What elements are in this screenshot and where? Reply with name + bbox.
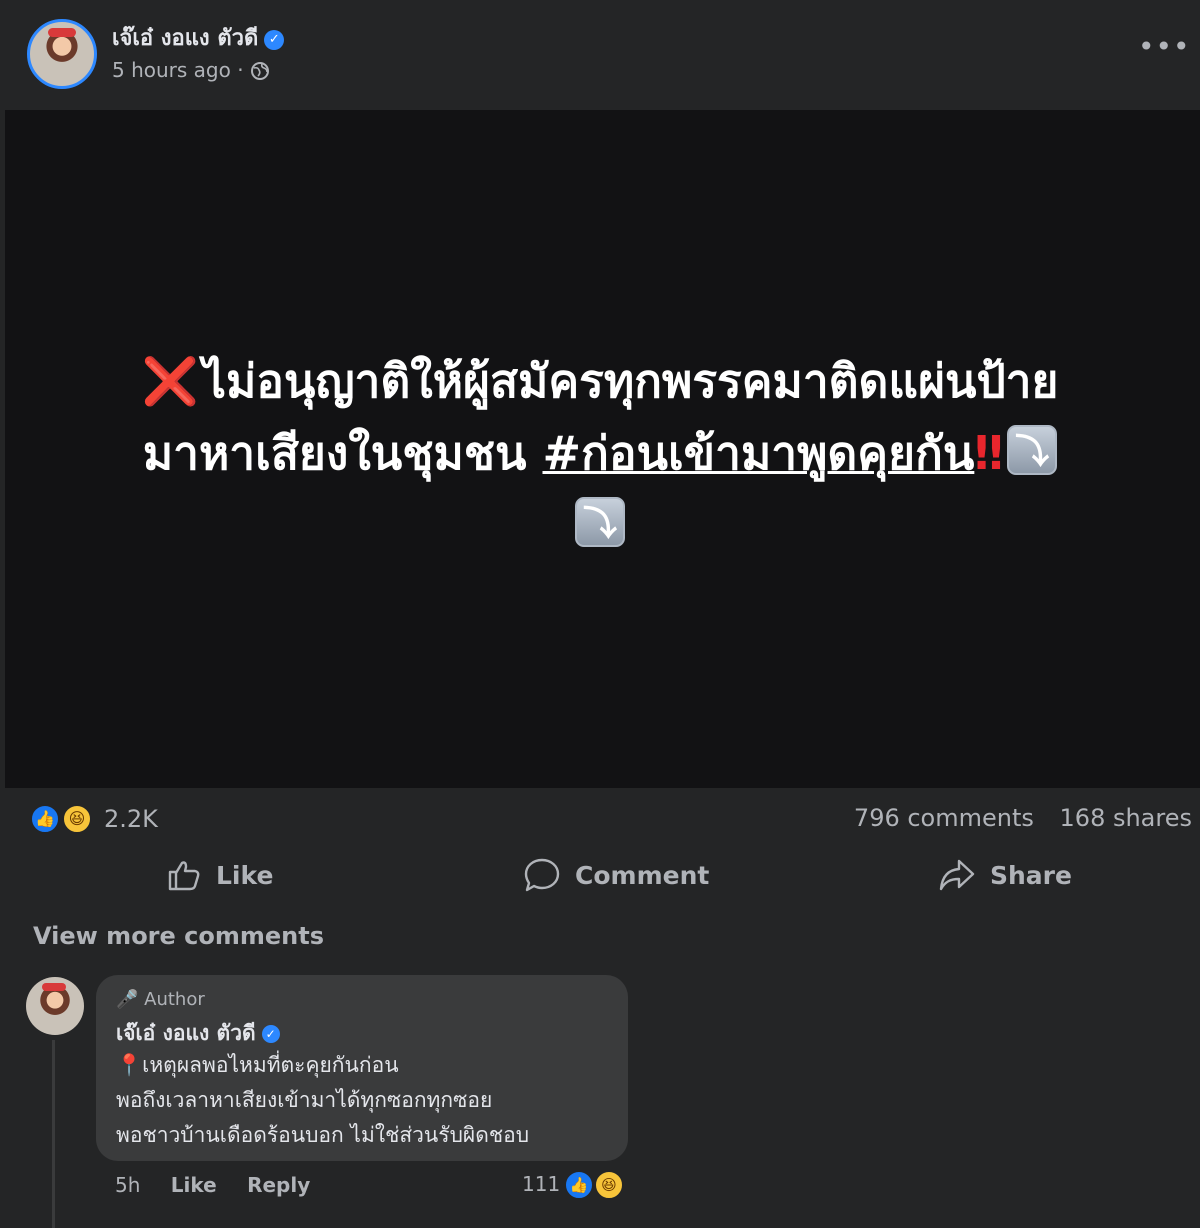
haha-reaction-icon: 😆	[594, 1170, 624, 1200]
reaction-count[interactable]: 2.2K	[104, 805, 158, 833]
comment-button-label: Comment	[575, 860, 710, 890]
comment-like-button[interactable]: Like	[171, 1173, 217, 1197]
share-count[interactable]: 168 shares	[1060, 804, 1192, 832]
commenter-avatar[interactable]	[26, 977, 84, 1035]
double-exclamation-icon: ‼	[974, 426, 1003, 480]
comment-reaction-count: 111	[522, 1172, 561, 1196]
microphone-icon: 🎤	[116, 989, 139, 1010]
comment-bubble: 🎤 Author เจ๊เอ๋ งอแง ตัวดี ✓ 📍เหตุผลพอไหม…	[96, 975, 628, 1161]
media-text: ❌ไม่อนุญาติให้ผู้สมัครทุกพรรคมาติดแผ่นป้…	[0, 345, 1200, 561]
haha-reaction-icon: 😆	[62, 804, 92, 834]
meta-separator: ·	[237, 58, 244, 82]
pushpin-icon: 📍	[116, 1053, 143, 1077]
post-timestamp[interactable]: 5 hours ago	[112, 58, 231, 82]
action-bar: Like Comment Share	[0, 850, 1200, 900]
author-badge: 🎤 Author	[116, 989, 205, 1010]
comment-button[interactable]: Comment	[523, 850, 709, 900]
share-arrow-icon	[939, 859, 975, 891]
comment-text-line-1-text: เหตุผลพอไหมที่ตะคุยกันก่อน	[142, 1053, 399, 1077]
comment-reactions[interactable]: 111 👍 😆	[522, 1170, 632, 1202]
share-button[interactable]: Share	[938, 850, 1072, 900]
like-button-label: Like	[216, 860, 274, 890]
comment-text-line-1: 📍เหตุผลพอไหมที่ตะคุยกันก่อน	[116, 1049, 399, 1082]
verified-badge-icon: ✓	[261, 1025, 280, 1043]
comment-author-name-text[interactable]: เจ๊เอ๋ งอแง ตัวดี	[116, 1021, 256, 1045]
media-line-2: มาหาเสียงในชุมชน #ก่อนเข้ามาพูดคุยกัน‼ ⤵	[0, 417, 1200, 489]
post-stats: 796 comments 168 shares	[836, 804, 1192, 832]
author-badge-label: Author	[144, 989, 205, 1010]
arrow-down-right-icon: ⤵	[575, 497, 625, 547]
comment-author-name[interactable]: เจ๊เอ๋ งอแง ตัวดี ✓	[116, 1017, 280, 1050]
media-line-2-text: มาหาเสียงในชุมชน	[142, 426, 527, 480]
thumbs-up-icon	[168, 861, 200, 891]
media-line-1-text: ไม่อนุญาติให้ผู้สมัครทุกพรรคมาติดแผ่นป้า…	[202, 354, 1059, 408]
media-hashtag[interactable]: #ก่อนเข้ามาพูดคุยกัน	[542, 426, 974, 480]
like-reaction-icon: 👍	[564, 1170, 594, 1200]
media-line-1: ❌ไม่อนุญาติให้ผู้สมัครทุกพรรคมาติดแผ่นป้…	[0, 345, 1200, 417]
comment-text-line-3: พอชาวบ้านเดือดร้อนบอก ไม่ใช่ส่วนรับผิดชอ…	[116, 1123, 530, 1147]
globe-icon[interactable]	[250, 61, 270, 81]
comment-bubble-icon	[524, 858, 560, 892]
media-line-3: ⤵	[0, 489, 1200, 561]
comment-timestamp[interactable]: 5h	[115, 1173, 140, 1197]
like-reaction-icon: 👍	[30, 804, 60, 834]
arrow-down-right-icon: ⤵	[1007, 425, 1058, 475]
post-meta: 5 hours ago ·	[112, 58, 270, 82]
comment-reply-button[interactable]: Reply	[247, 1173, 310, 1197]
verified-badge-icon: ✓	[264, 30, 285, 50]
view-more-comments-link[interactable]: View more comments	[33, 922, 324, 950]
comment-text-line-2: พอถึงเวลาหาเสียงเข้ามาได้ทุกซอกทุกซอย	[116, 1088, 493, 1112]
post-header: เจ๊เอ๋ งอแง ตัวดี ✓ 5 hours ago · •••	[0, 0, 1200, 108]
author-avatar[interactable]	[27, 19, 97, 89]
post-author-name-text[interactable]: เจ๊เอ๋ งอแง ตัวดี	[112, 26, 258, 51]
thread-line	[52, 1040, 55, 1228]
comment-actions: 5h Like Reply	[115, 1173, 334, 1197]
post-author-name[interactable]: เจ๊เอ๋ งอแง ตัวดี ✓	[112, 20, 285, 55]
like-button[interactable]: Like	[166, 850, 273, 900]
comment-count[interactable]: 796 comments	[854, 804, 1034, 832]
share-button-label: Share	[990, 860, 1072, 890]
more-options-icon[interactable]: •••	[1138, 32, 1190, 68]
cross-mark-icon: ❌	[141, 354, 199, 408]
